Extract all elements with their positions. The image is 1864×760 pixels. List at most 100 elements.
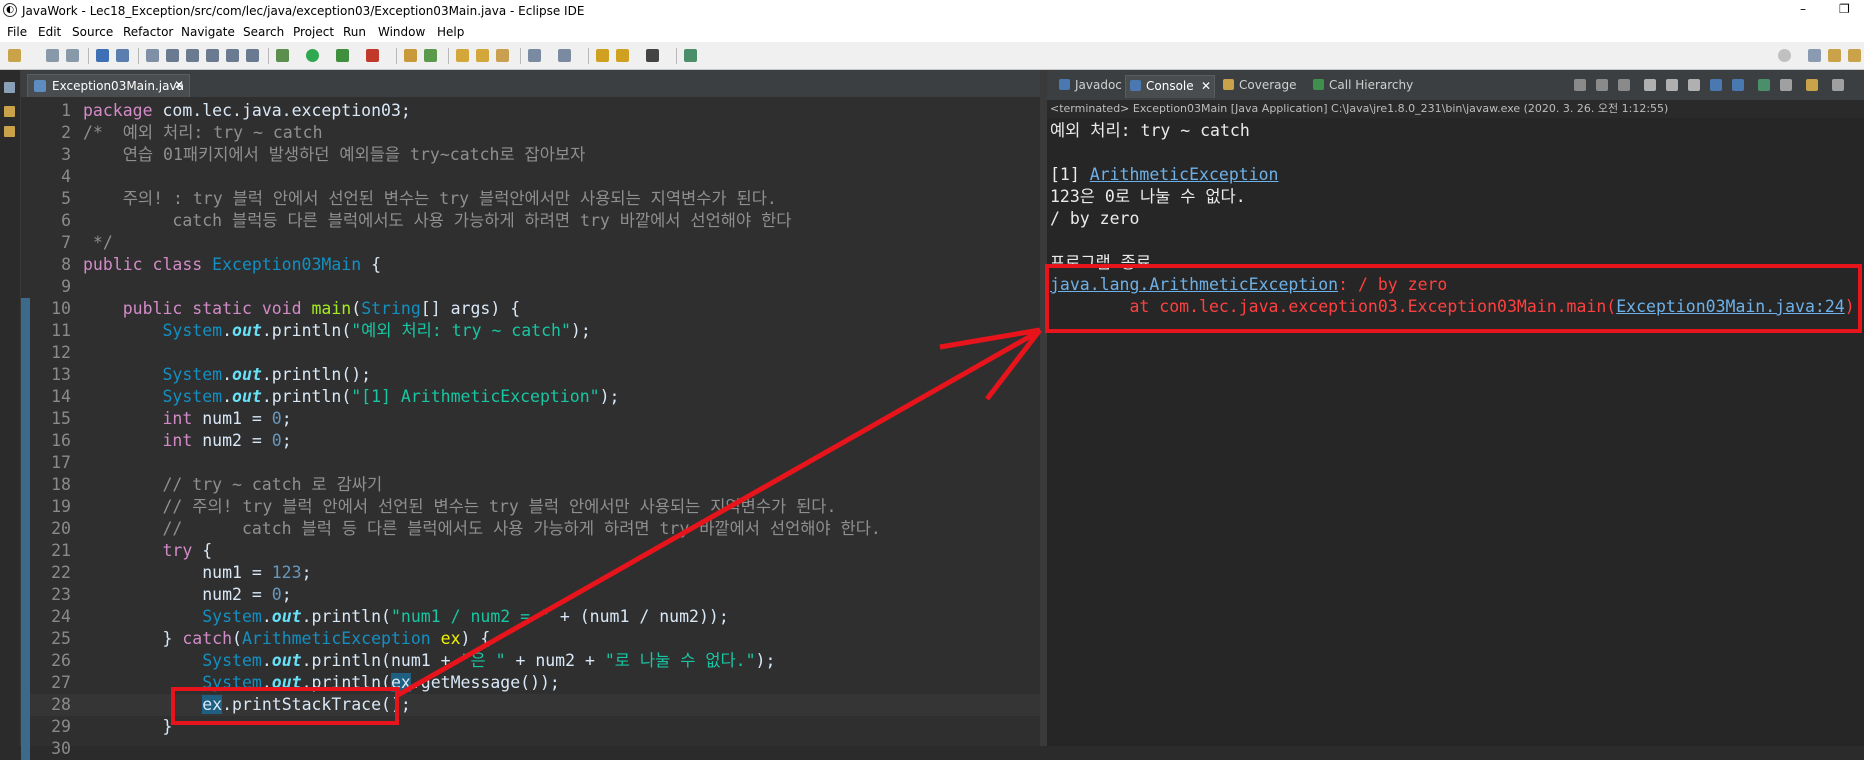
code-line[interactable]: 5 주의! : try 블럭 안에서 선언된 변수는 try 블럭안에서만 사용… <box>21 188 1040 210</box>
code-line[interactable]: 21 try { <box>21 540 1040 562</box>
back-icon[interactable] <box>616 49 629 62</box>
java-ee-perspective-icon[interactable] <box>1828 49 1841 62</box>
open-type-icon[interactable] <box>456 49 469 62</box>
block-select-icon[interactable] <box>186 49 199 62</box>
code-line[interactable]: 23 num2 = 0; <box>21 584 1040 606</box>
menu-help[interactable]: Help <box>437 25 464 39</box>
code-line[interactable]: 30 <box>21 738 1040 760</box>
menu-project[interactable]: Project <box>293 25 334 39</box>
code-line[interactable]: 2 /* 예외 처리: try ~ catch <box>21 122 1040 144</box>
code-line[interactable]: 14 System.out.println("[1] ArithmeticExc… <box>21 386 1040 408</box>
show-on-error-icon[interactable] <box>1732 79 1744 91</box>
tab-call-hierarchy[interactable]: Call Hierarchy <box>1309 75 1419 98</box>
navigator-icon[interactable] <box>4 126 15 137</box>
clear-console-icon[interactable] <box>1644 79 1656 91</box>
close-icon[interactable]: ✕ <box>1201 79 1211 93</box>
save-icon[interactable] <box>46 49 59 62</box>
new-class-icon[interactable] <box>424 49 437 62</box>
code-line[interactable]: 17 <box>21 452 1040 474</box>
code-line[interactable]: 26 System.out.println(num1 + "은 " + num2… <box>21 650 1040 672</box>
next-annotation-icon[interactable] <box>528 49 541 62</box>
prev-annotation-icon[interactable] <box>558 49 571 62</box>
menu-window[interactable]: Window <box>378 25 425 39</box>
minimize-view-icon[interactable] <box>1832 79 1844 91</box>
console-link[interactable]: java.lang.ArithmeticException <box>1050 275 1338 294</box>
code-line[interactable]: 19 // 주의! try 블럭 안에서 선언된 변수는 try 블럭 안에서만… <box>21 496 1040 518</box>
code-line[interactable]: 10 public static void main(String[] args… <box>21 298 1040 320</box>
edit-icon[interactable] <box>166 49 179 62</box>
last-edit-icon[interactable] <box>596 49 609 62</box>
menu-run[interactable]: Run <box>343 25 366 39</box>
new-java-project-icon[interactable] <box>404 49 417 62</box>
tab-javadoc[interactable]: Javadoc <box>1055 75 1122 98</box>
show-on-output-icon[interactable] <box>1710 79 1722 91</box>
open-perspective-icon[interactable] <box>1808 49 1821 62</box>
code-line[interactable]: 15 int num1 = 0; <box>21 408 1040 430</box>
code-line[interactable]: 11 System.out.println("예외 처리: try ~ catc… <box>21 320 1040 342</box>
scroll-lock-icon[interactable] <box>1666 79 1678 91</box>
skip-breakpoints-icon[interactable] <box>116 49 129 62</box>
menu-file[interactable]: File <box>7 25 27 39</box>
code-line[interactable]: 28 ex.printStackTrace(); <box>21 694 1040 716</box>
terminate-icon[interactable] <box>1574 79 1586 91</box>
console-link[interactable]: ArithmeticException <box>1090 165 1279 184</box>
debug-icon[interactable] <box>276 49 289 62</box>
restore-button[interactable]: ❐ <box>1839 2 1850 16</box>
pin-console-icon[interactable] <box>1758 79 1770 91</box>
code-line[interactable]: 12 <box>21 342 1040 364</box>
new-icon[interactable] <box>8 49 21 62</box>
pilcrow-icon[interactable] <box>246 49 259 62</box>
code-line[interactable]: 3 연습 01패키지에서 발생하던 예외들을 try~catch로 잡아보자 <box>21 144 1040 166</box>
word-wrap-icon[interactable] <box>206 49 219 62</box>
display-console-icon[interactable] <box>1780 79 1792 91</box>
close-icon[interactable]: ✕ <box>174 78 184 92</box>
code-line[interactable]: 16 int num2 = 0; <box>21 430 1040 452</box>
run-icon[interactable] <box>306 49 319 62</box>
code-line[interactable]: 27 System.out.println(ex.getMessage()); <box>21 672 1040 694</box>
remove-all-icon[interactable] <box>1618 79 1630 91</box>
console-link[interactable]: Exception03Main.java:24 <box>1616 297 1844 316</box>
word-wrap-icon[interactable] <box>1688 79 1700 91</box>
minimize-button[interactable]: – <box>1800 2 1806 16</box>
code-line[interactable]: 6 catch 블럭등 다른 블럭에서도 사용 가능하게 하려면 try 바깥에… <box>21 210 1040 232</box>
code-line[interactable]: 7 */ <box>21 232 1040 254</box>
remove-launch-icon[interactable] <box>1596 79 1608 91</box>
search-icon[interactable] <box>1778 49 1791 62</box>
open-console-icon[interactable] <box>1806 79 1818 91</box>
java-perspective-icon[interactable] <box>1848 49 1861 62</box>
code-line[interactable]: 8 public class Exception03Main { <box>21 254 1040 276</box>
menu-refactor[interactable]: Refactor <box>123 25 173 39</box>
sash[interactable] <box>1040 70 1047 746</box>
code-line[interactable]: 4 <box>21 166 1040 188</box>
menu-edit[interactable]: Edit <box>38 25 61 39</box>
forward-icon[interactable] <box>646 49 659 62</box>
code-line[interactable]: 1 package com.lec.java.exception03; <box>21 100 1040 122</box>
tab-coverage[interactable]: Coverage <box>1219 75 1305 98</box>
menu-navigate[interactable]: Navigate <box>181 25 235 39</box>
menu-search[interactable]: Search <box>243 25 284 39</box>
code-line[interactable]: 25 } catch(ArithmeticException ex) { <box>21 628 1040 650</box>
pin-editor-icon[interactable] <box>684 49 697 62</box>
open-task-icon[interactable] <box>476 49 489 62</box>
toggle-mark-icon[interactable] <box>146 49 159 62</box>
package-explorer-icon[interactable] <box>4 106 15 117</box>
code-line[interactable]: 9 <box>21 276 1040 298</box>
code-line[interactable]: 22 num1 = 123; <box>21 562 1040 584</box>
code-area[interactable]: 1 package com.lec.java.exception03; 2 /* 예외… <box>21 100 1040 760</box>
whitespace-icon[interactable] <box>226 49 239 62</box>
menu-source[interactable]: Source <box>72 25 113 39</box>
search-tool-icon[interactable] <box>496 49 509 62</box>
code-line[interactable]: 24 System.out.println("num1 / num2 = " +… <box>21 606 1040 628</box>
code-line[interactable]: 20 // catch 블럭 등 다른 블럭에서도 사용 가능하게 하려면 tr… <box>21 518 1040 540</box>
restore-view-icon[interactable] <box>4 82 15 93</box>
save-all-icon[interactable] <box>66 49 79 62</box>
coverage-icon[interactable] <box>336 49 349 62</box>
code-line[interactable]: 13 System.out.println(); <box>21 364 1040 386</box>
console-output[interactable]: 예외 처리: try ~ catch [1] ArithmeticExceptio… <box>1047 118 1864 746</box>
terminal-icon[interactable] <box>96 49 109 62</box>
code-line[interactable]: 18 // try ~ catch 로 감싸기 <box>21 474 1040 496</box>
external-tools-icon[interactable] <box>366 49 379 62</box>
editor-tab[interactable]: Exception03Main.java ✕ <box>27 74 190 97</box>
code-line[interactable]: 29 } <box>21 716 1040 738</box>
tab-console[interactable]: Console ✕ <box>1125 75 1215 98</box>
